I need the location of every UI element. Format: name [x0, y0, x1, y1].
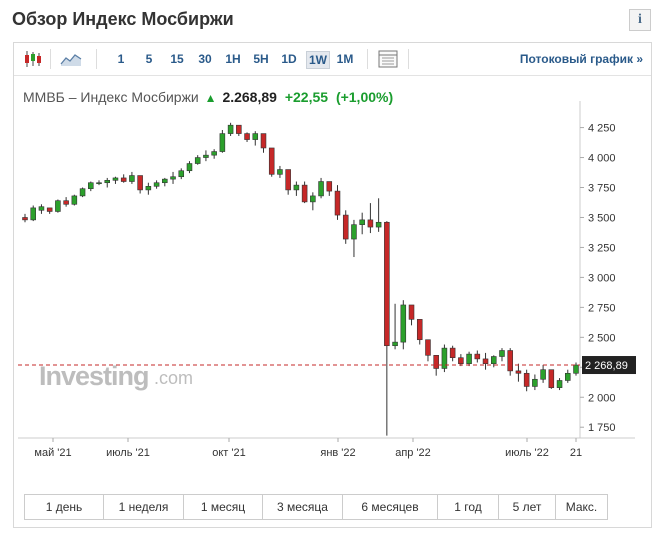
range-button[interactable]: 1 год [438, 495, 499, 519]
candle-body[interactable] [416, 319, 423, 341]
candle-body[interactable] [252, 133, 259, 140]
candle-body[interactable] [112, 177, 119, 181]
candle-body[interactable] [260, 133, 267, 149]
candle-body[interactable] [22, 217, 28, 221]
range-button[interactable]: 3 месяца [263, 495, 343, 519]
candle-body[interactable] [227, 124, 234, 134]
candle-body[interactable] [565, 372, 571, 381]
candle-body[interactable] [515, 370, 522, 374]
candle-body[interactable] [507, 350, 513, 372]
candle-body[interactable] [359, 219, 365, 225]
candle-body[interactable] [532, 378, 538, 387]
candle-body[interactable] [170, 176, 176, 180]
candle-body[interactable] [293, 184, 300, 191]
candle-body[interactable] [351, 224, 357, 240]
candle-body[interactable] [573, 364, 579, 374]
candle-body[interactable] [203, 154, 209, 158]
candle-body[interactable] [433, 355, 439, 369]
current-price-label: 2 268,89 [585, 360, 628, 372]
y-tick-label: 2 000 [588, 392, 616, 404]
range-button[interactable]: 1 день [25, 495, 104, 519]
candle-body[interactable] [219, 133, 226, 152]
candle-body[interactable] [474, 353, 481, 360]
candle-body[interactable] [556, 380, 563, 388]
candle-body[interactable] [375, 221, 382, 228]
candle-body[interactable] [301, 184, 308, 203]
candle-body[interactable] [392, 341, 398, 347]
candle-body[interactable] [153, 182, 160, 187]
candle-body[interactable] [236, 124, 242, 134]
time-range-selector: 1 день 1 неделя 1 месяц 3 месяца 6 месяцев 1 … [24, 494, 608, 520]
info-icon[interactable]: i [629, 9, 651, 31]
candle-body[interactable] [523, 372, 530, 387]
candle-body[interactable] [71, 195, 78, 205]
x-tick-label: апр '22 [395, 447, 431, 459]
range-button[interactable]: 1 месяц [184, 495, 263, 519]
candle-body[interactable] [540, 369, 546, 380]
y-tick-label: 2 750 [588, 302, 616, 314]
candle-body[interactable] [425, 339, 431, 356]
range-button[interactable]: 5 лет [499, 495, 556, 519]
candle-body[interactable] [499, 350, 505, 357]
candle-body[interactable] [145, 186, 152, 191]
range-button[interactable]: 6 месяцев [343, 495, 438, 519]
candle-body[interactable] [268, 147, 275, 175]
candle-body[interactable] [46, 207, 53, 212]
x-tick-label: май '21 [34, 447, 71, 459]
candle-body[interactable] [466, 353, 472, 364]
y-tick-label: 4 000 [588, 153, 616, 165]
candle-body[interactable] [63, 200, 69, 205]
y-tick-label: 3 000 [588, 272, 616, 284]
page-title: Обзор Индекс Мосбиржи [12, 9, 234, 29]
chart-panel: 1 5 15 30 1H 5H 1D 1W 1M Потоковый график » ММВБ… [13, 42, 652, 528]
candle-body[interactable] [342, 214, 349, 240]
candle-body[interactable] [186, 163, 193, 172]
candle-body[interactable] [482, 358, 489, 364]
candle-body[interactable] [326, 181, 333, 192]
candle-body[interactable] [277, 169, 283, 175]
candle-body[interactable] [104, 180, 111, 184]
candle-body[interactable] [79, 188, 86, 197]
y-tick-label: 2 500 [588, 332, 616, 344]
range-button[interactable]: 1 неделя [104, 495, 184, 519]
candle-body[interactable] [548, 369, 555, 388]
candle-body[interactable] [310, 195, 316, 203]
candle-body[interactable] [96, 182, 102, 185]
candle-body[interactable] [458, 357, 464, 364]
candle-body[interactable] [408, 304, 415, 320]
candle-body[interactable] [384, 221, 390, 347]
candle-body[interactable] [178, 170, 185, 178]
candle-body[interactable] [244, 133, 250, 140]
range-button[interactable]: Макс. [556, 495, 607, 519]
candle-body[interactable] [367, 219, 374, 228]
x-tick-label: июль '22 [505, 447, 549, 459]
x-tick-label: 21 [570, 447, 582, 459]
x-tick-label: янв '22 [320, 447, 355, 459]
candle-body[interactable] [194, 157, 201, 164]
x-tick-label: июль '21 [106, 447, 150, 459]
candle-body[interactable] [88, 182, 94, 190]
candle-body[interactable] [137, 175, 143, 191]
candle-body[interactable] [55, 200, 61, 212]
y-tick-label: 3 500 [588, 212, 616, 224]
candle-body[interactable] [129, 175, 135, 182]
y-tick-label: 4 250 [588, 123, 616, 135]
candle-body[interactable] [285, 169, 291, 191]
candle-body[interactable] [30, 207, 36, 221]
candle-body[interactable] [400, 304, 407, 343]
candle-body[interactable] [38, 206, 45, 211]
price-chart[interactable]: 4 250 4 000 3 750 3 500 3 250 3 000 2 750 2 500… [14, 43, 651, 463]
candle-body[interactable] [334, 190, 341, 216]
candle-body[interactable] [162, 178, 168, 184]
x-tick-label: окт '21 [212, 447, 245, 459]
candle-body[interactable] [120, 177, 127, 182]
candle-body[interactable] [318, 181, 324, 197]
candle-body[interactable] [490, 356, 497, 364]
y-tick-label: 3 750 [588, 183, 616, 195]
y-tick-label: 3 250 [588, 242, 616, 254]
candle-body[interactable] [449, 347, 456, 359]
investing-watermark-suffix: .com [154, 368, 193, 388]
candle-body[interactable] [211, 151, 217, 156]
y-tick-label: 1 750 [588, 422, 616, 434]
